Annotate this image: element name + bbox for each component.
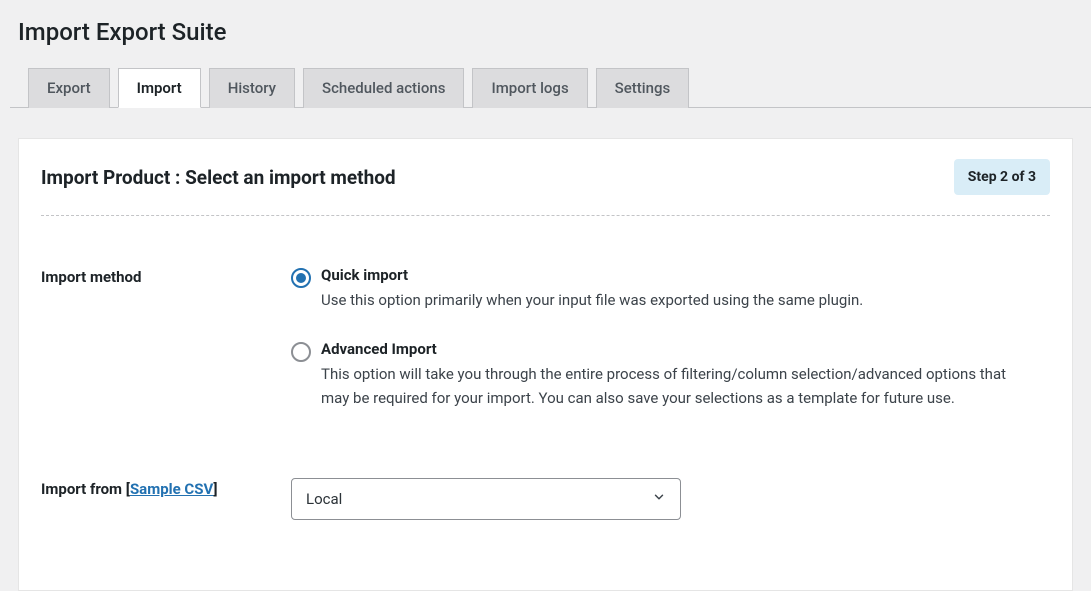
import-from-label-text: Import from xyxy=(41,480,126,498)
page-header: Import Export Suite xyxy=(0,0,1091,54)
radio-option-advanced[interactable]: Advanced Import This option will take yo… xyxy=(291,340,1031,410)
import-method-row: Import method Quick import Use this opti… xyxy=(41,266,1050,438)
radio-text-advanced: Advanced Import This option will take yo… xyxy=(321,340,1031,410)
tabs-container: Export Import History Scheduled actions … xyxy=(10,54,1091,108)
import-method-label: Import method xyxy=(41,266,291,286)
radio-option-quick[interactable]: Quick import Use this option primarily w… xyxy=(291,266,1031,312)
tab-export[interactable]: Export xyxy=(28,68,110,108)
import-from-control: Local xyxy=(291,478,1031,520)
radio-desc-quick: Use this option primarily when your inpu… xyxy=(321,288,1031,312)
page-title: Import Export Suite xyxy=(18,18,1073,46)
chevron-down-icon xyxy=(652,490,666,508)
select-value: Local xyxy=(306,490,342,508)
radio-input-advanced[interactable] xyxy=(291,342,311,362)
step-header: Import Product : Select an import method… xyxy=(41,159,1050,216)
radio-desc-advanced: This option will take you through the en… xyxy=(321,362,1031,410)
radio-title-advanced: Advanced Import xyxy=(321,340,1031,358)
tab-history[interactable]: History xyxy=(209,68,295,108)
tab-settings[interactable]: Settings xyxy=(596,68,690,108)
radio-text-quick: Quick import Use this option primarily w… xyxy=(321,266,1031,312)
radio-title-quick: Quick import xyxy=(321,266,1031,284)
step-title: Import Product : Select an import method xyxy=(41,166,396,189)
import-from-row: Import from [Sample CSV] Local xyxy=(41,478,1050,520)
radio-input-quick[interactable] xyxy=(291,268,311,288)
import-from-select-wrapper: Local xyxy=(291,478,681,520)
tab-import-logs[interactable]: Import logs xyxy=(472,68,587,108)
tab-import[interactable]: Import xyxy=(118,68,201,108)
import-from-select[interactable]: Local xyxy=(291,478,681,520)
import-method-options: Quick import Use this option primarily w… xyxy=(291,266,1031,438)
step-badge: Step 2 of 3 xyxy=(954,159,1050,195)
import-from-label: Import from [Sample CSV] xyxy=(41,478,291,498)
sample-csv-link[interactable]: Sample CSV xyxy=(130,480,213,498)
tab-scheduled-actions[interactable]: Scheduled actions xyxy=(303,68,464,108)
content-card: Import Product : Select an import method… xyxy=(18,138,1073,591)
